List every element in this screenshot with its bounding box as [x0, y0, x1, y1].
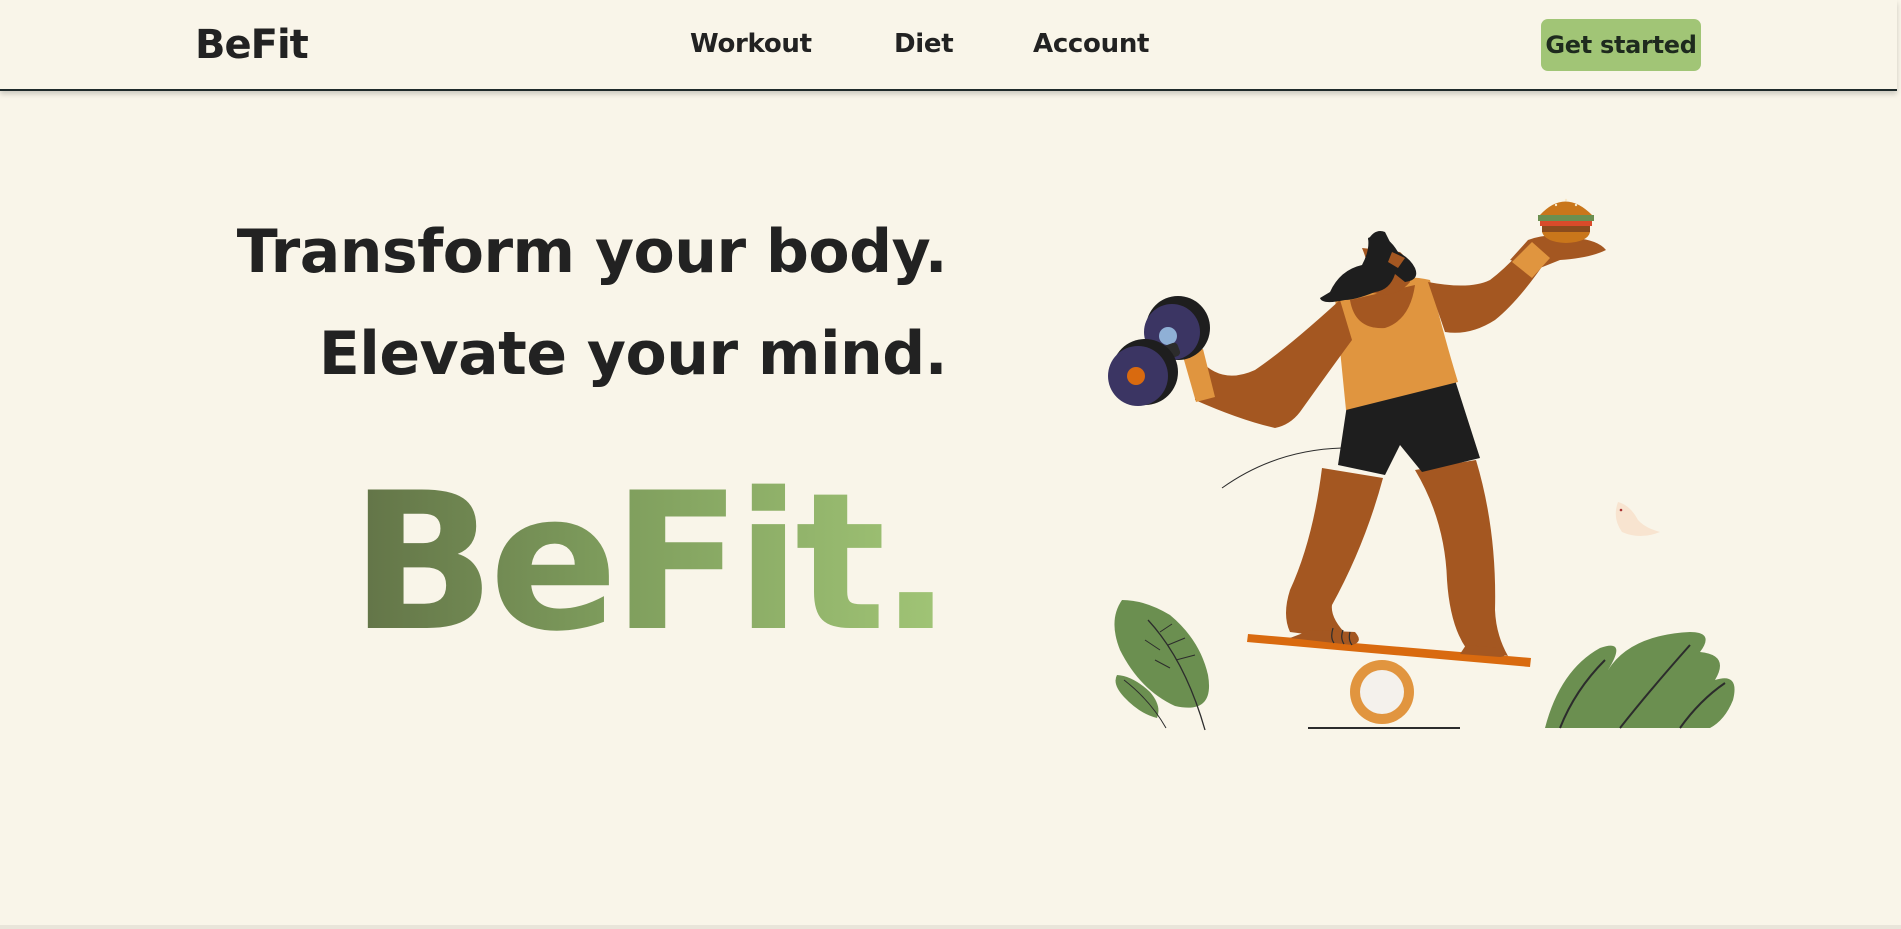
burger-icon [1538, 198, 1594, 243]
get-started-button[interactable]: Get started [1541, 19, 1701, 71]
top-navbar: BeFit Workout Diet Account Get started [0, 0, 1897, 91]
nav-link-workout[interactable]: Workout [690, 29, 812, 59]
nav-link-account[interactable]: Account [1033, 29, 1149, 59]
hero-brand-wordmark: BeFit. [350, 452, 952, 673]
bird-icon [1615, 502, 1660, 536]
leaf-plant-icon [1114, 600, 1210, 731]
brand-logo[interactable]: BeFit [195, 22, 309, 68]
hero-headline-line2: Elevate your mind. [318, 319, 948, 389]
nav-link-diet[interactable]: Diet [894, 29, 954, 59]
page-bottom-edge [0, 925, 1901, 929]
hero-headline-line1: Transform your body. [236, 217, 948, 287]
fitness-illustration [1108, 198, 1735, 731]
bush-icon [1545, 632, 1735, 729]
